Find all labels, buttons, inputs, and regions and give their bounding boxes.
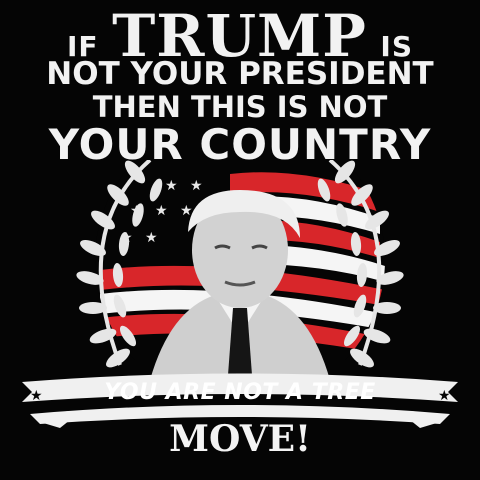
svg-text:★: ★ [180,203,193,219]
svg-text:★: ★ [155,203,168,219]
svg-text:★: ★ [165,178,178,194]
svg-text:★: ★ [145,230,158,246]
svg-text:★: ★ [190,178,203,194]
ribbon-text: YOU ARE NOT A TREE [104,380,376,405]
headline-line-3: THEN THIS IS NOT [92,90,388,124]
poster: IF TRUMP IS NOT YOUR PRESIDENT THEN THIS… [0,0,480,480]
footer-text: MOVE! [169,418,311,460]
headline-line-2: NOT YOUR PRESIDENT [46,56,434,92]
